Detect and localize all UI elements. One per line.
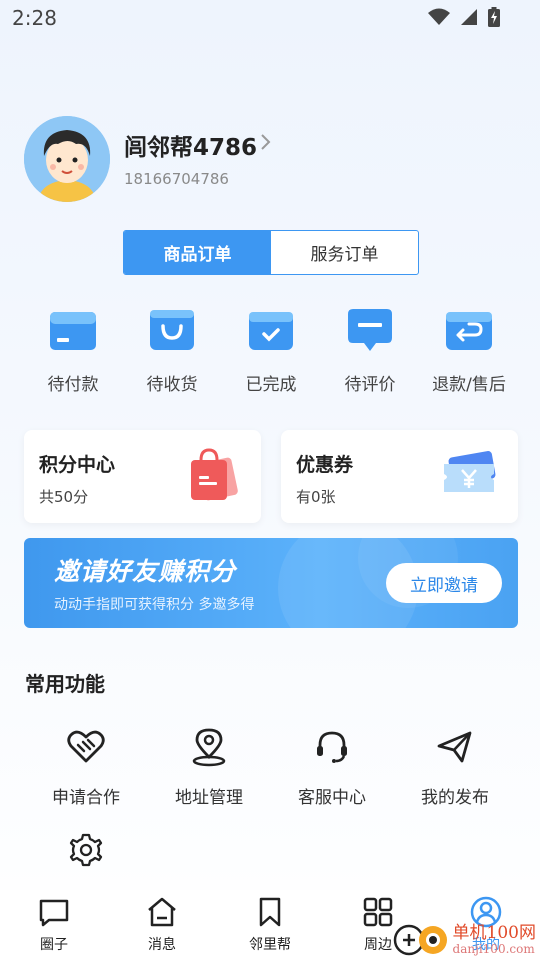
order-status-refund[interactable]: 退款/售后 xyxy=(419,308,519,395)
order-tabs: 商品订单 服务订单 xyxy=(123,230,419,275)
bookmark-icon xyxy=(259,897,281,927)
signal-icon xyxy=(461,9,477,25)
order-status-label: 待收货 xyxy=(146,375,198,395)
nav-item-neighbor-help[interactable]: 邻里帮 xyxy=(230,896,310,954)
headset-icon xyxy=(317,731,347,763)
section-title-common-functions: 常用功能 xyxy=(25,672,105,696)
battery-icon xyxy=(488,7,500,27)
points-center-title: 积分中心 xyxy=(39,454,116,476)
order-status-label: 待付款 xyxy=(47,375,99,395)
order-status-pending-payment[interactable]: 待付款 xyxy=(23,308,123,395)
shopping-bag-icon xyxy=(150,310,194,350)
func-settings[interactable] xyxy=(26,832,146,872)
location-pin-icon xyxy=(192,728,226,767)
order-status-label: 退款/售后 xyxy=(432,375,506,395)
watermark: 单机100网 danji100.com xyxy=(391,922,536,958)
watermark-title: 单机100网 xyxy=(452,922,536,943)
chevron-right-icon[interactable] xyxy=(260,132,272,152)
nav-item-circle[interactable]: 圈子 xyxy=(14,896,94,954)
order-status-pending-receipt[interactable]: 待收货 xyxy=(122,308,222,395)
status-time: 2:28 xyxy=(12,6,57,30)
invite-now-button[interactable]: 立即邀请 xyxy=(386,563,502,603)
coupon-card[interactable]: 优惠券 有0张 xyxy=(281,430,518,523)
func-address-management[interactable]: 地址管理 xyxy=(149,727,269,808)
tab-goods-orders[interactable]: 商品订单 xyxy=(124,231,271,274)
handshake-heart-icon xyxy=(67,730,105,763)
profile-name[interactable]: 闾邻帮4786 xyxy=(124,128,257,162)
invite-subtitle: 动动手指即可获得积分 多邀多得 xyxy=(54,597,255,613)
coupon-title: 优惠券 xyxy=(296,454,354,476)
func-apply-cooperation[interactable]: 申请合作 xyxy=(26,727,146,808)
nav-label: 圈子 xyxy=(40,937,68,953)
watermark-logo-icon xyxy=(393,924,447,956)
order-status-pending-review[interactable]: 待评价 xyxy=(320,308,420,395)
avatar[interactable] xyxy=(24,116,110,202)
coupon-count: 有0张 xyxy=(296,488,336,506)
order-status-completed[interactable]: 已完成 xyxy=(221,308,321,395)
points-center-balance: 共50分 xyxy=(39,488,89,506)
func-label: 申请合作 xyxy=(52,788,120,808)
home-icon xyxy=(148,897,176,927)
status-bar: 2:28 xyxy=(0,0,540,38)
points-center-card[interactable]: 积分中心 共50分 xyxy=(24,430,261,523)
status-icons xyxy=(428,7,500,27)
profile-phone: 18166704786 xyxy=(124,170,229,188)
wifi-icon xyxy=(428,8,450,25)
shopping-bag-icon xyxy=(191,448,238,501)
func-my-posts[interactable]: 我的发布 xyxy=(395,727,515,808)
order-status-row: 待付款 待收货 已完成 待评价 退款/售后 xyxy=(0,308,540,395)
grid-icon xyxy=(363,897,393,927)
func-label: 客服中心 xyxy=(298,788,366,808)
nav-item-messages[interactable]: 消息 xyxy=(122,896,202,954)
invite-banner[interactable]: 邀请好友赚积分 动动手指即可获得积分 多邀多得 立即邀请 xyxy=(24,538,518,628)
send-icon xyxy=(437,731,472,763)
nav-label: 邻里帮 xyxy=(249,937,291,953)
order-status-label: 待评价 xyxy=(344,375,396,395)
check-box-icon xyxy=(249,312,293,350)
watermark-url: danji100.com xyxy=(452,941,535,956)
func-label: 地址管理 xyxy=(175,788,243,808)
func-customer-service[interactable]: 客服中心 xyxy=(272,727,392,808)
gear-icon xyxy=(69,833,103,867)
wallet-icon xyxy=(50,312,96,350)
func-label: 我的发布 xyxy=(421,788,489,808)
invite-title: 邀请好友赚积分 xyxy=(54,557,237,586)
comment-icon xyxy=(348,309,392,351)
nav-label: 消息 xyxy=(148,937,176,953)
order-status-label: 已完成 xyxy=(245,375,297,395)
coupon-icon xyxy=(444,451,496,492)
chat-icon xyxy=(39,899,69,927)
tab-service-orders[interactable]: 服务订单 xyxy=(271,231,418,274)
refund-icon xyxy=(446,312,492,350)
